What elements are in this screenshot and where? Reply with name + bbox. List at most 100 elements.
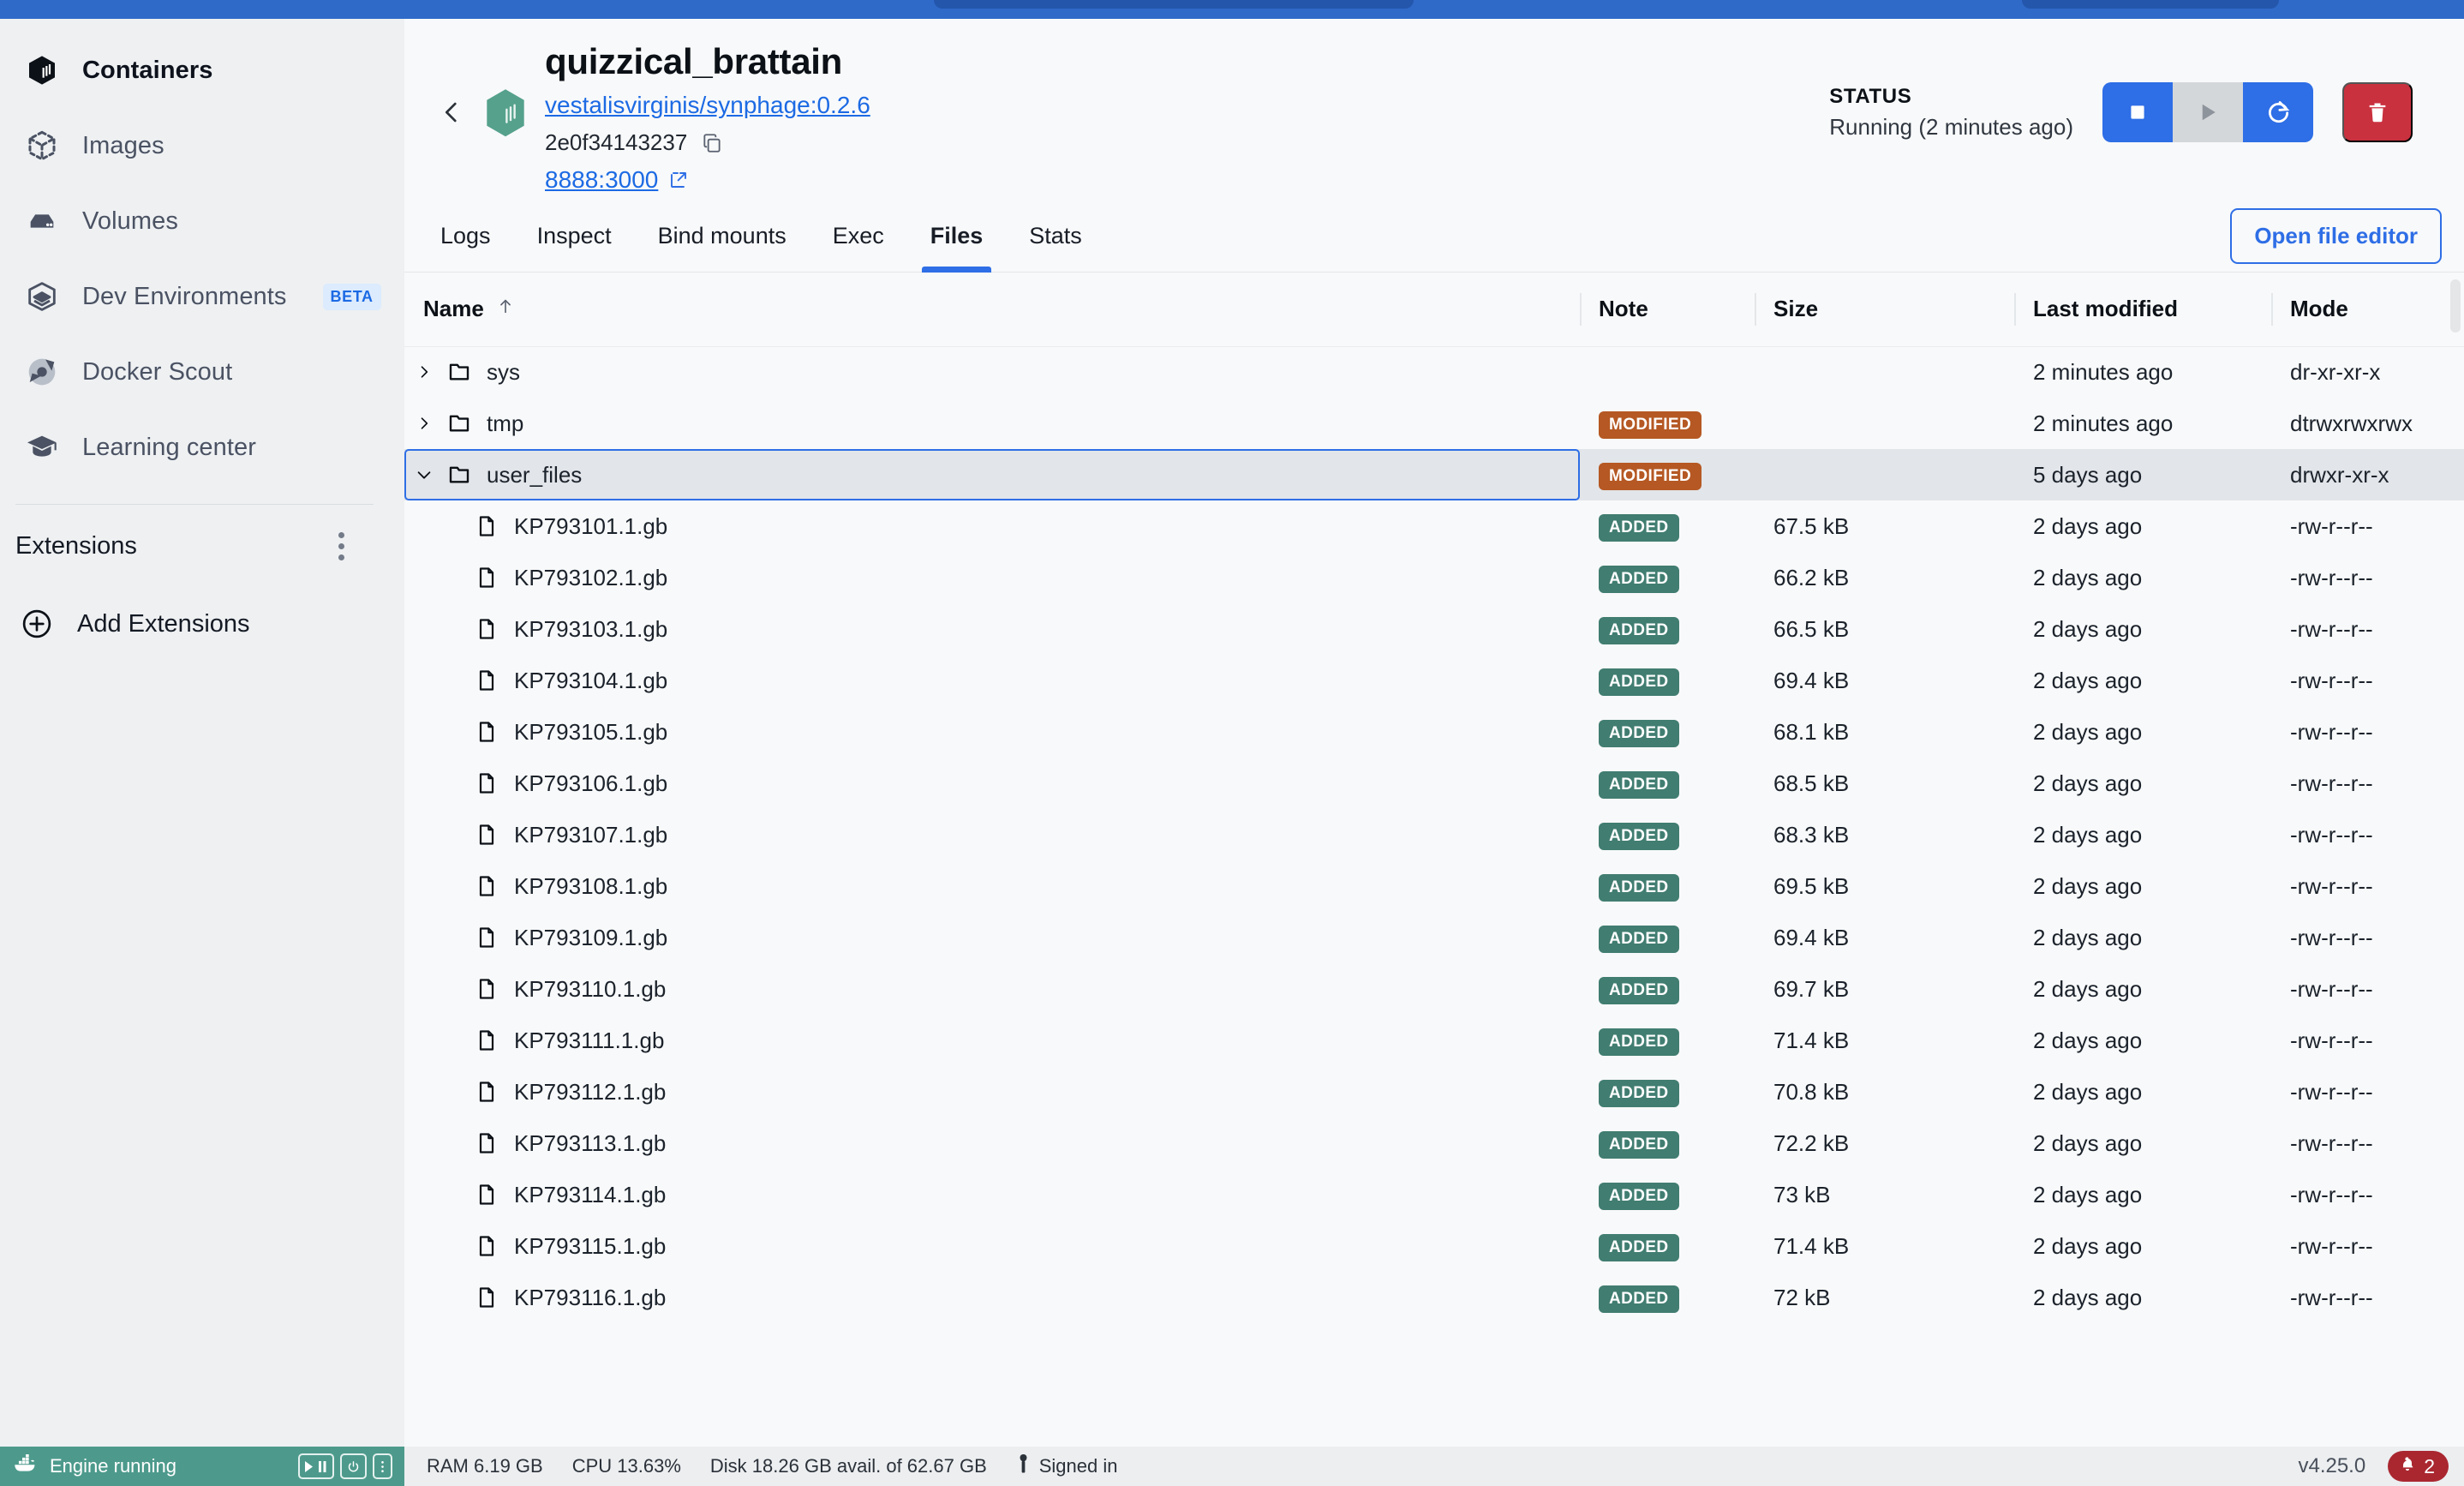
column-header-name[interactable]: Name	[404, 273, 1580, 347]
column-header-label: Note	[1599, 296, 1648, 322]
table-row[interactable]: sys 2 minutes ago dr-xr-xr-x	[404, 346, 2464, 398]
sidebar: Containers Images Volumes Dev Environmen…	[0, 19, 404, 1447]
cell-size: 71.4 kB	[1773, 1232, 1850, 1259]
sidebar-item-volumes[interactable]: Volumes	[0, 183, 404, 259]
tab-label: Stats	[1029, 223, 1082, 249]
file-name: sys	[487, 358, 520, 385]
table-row[interactable]: KP793113.1.gb ADDED 72.2 kB 2 days ago -rw-r…	[404, 1117, 2464, 1169]
tab-bar: Logs Inspect Bind mounts Exec Files Stat…	[404, 201, 2464, 273]
column-header-last-modified[interactable]: Last modified	[2014, 273, 2271, 347]
status-badge: ADDED	[1599, 1028, 1679, 1056]
file-name: KP793103.1.gb	[514, 615, 668, 642]
table-row[interactable]: KP793107.1.gb ADDED 68.3 kB 2 days ago -rw-r…	[404, 809, 2464, 860]
table-row[interactable]: KP793110.1.gb ADDED 69.7 kB 2 days ago -rw-r…	[404, 963, 2464, 1015]
sidebar-item-label: Docker Scout	[82, 357, 233, 386]
volumes-icon	[24, 203, 60, 239]
cell-name: KP793107.1.gb	[404, 809, 1580, 860]
table-row[interactable]: KP793109.1.gb ADDED 69.4 kB 2 days ago -rw-r…	[404, 912, 2464, 963]
table-row[interactable]: KP793103.1.gb ADDED 66.5 kB 2 days ago -rw-r…	[404, 603, 2464, 655]
vertical-scrollbar[interactable]	[2450, 273, 2461, 1447]
tab-logs[interactable]: Logs	[427, 201, 505, 273]
engine-power-button[interactable]	[340, 1453, 367, 1479]
table-row[interactable]: KP793112.1.gb ADDED 70.8 kB 2 days ago -rw-r…	[404, 1066, 2464, 1117]
engine-status-label: Engine running	[50, 1455, 177, 1477]
chevron-right-icon[interactable]	[410, 363, 439, 381]
open-file-editor-button[interactable]: Open file editor	[2230, 208, 2442, 265]
back-button[interactable]	[427, 87, 476, 137]
sidebar-item-learning-center[interactable]: Learning center	[0, 410, 404, 485]
table-row[interactable]: KP793108.1.gb ADDED 69.5 kB 2 days ago -rw-r…	[404, 860, 2464, 912]
table-row[interactable]: KP793105.1.gb ADDED 68.1 kB 2 days ago -rw-r…	[404, 706, 2464, 758]
account-icon	[1016, 1454, 1031, 1478]
column-header-size[interactable]: Size	[1755, 273, 2014, 347]
tab-label: Bind mounts	[657, 223, 786, 249]
file-table: Name Note Size Last modified Mode sys 2 …	[404, 273, 2464, 1323]
bell-icon	[2399, 1455, 2416, 1478]
tab-exec[interactable]: Exec	[819, 201, 898, 273]
notifications-badge[interactable]: 2	[2388, 1451, 2449, 1482]
tab-stats[interactable]: Stats	[1015, 201, 1096, 273]
external-link-icon[interactable]	[668, 170, 689, 190]
file-icon	[466, 873, 507, 899]
table-row[interactable]: KP793116.1.gb ADDED 72 kB 2 days ago -rw-r--…	[404, 1272, 2464, 1323]
cell-name: KP793116.1.gb	[404, 1272, 1580, 1323]
container-port-link[interactable]: 8888:3000	[545, 166, 658, 194]
add-extensions-button[interactable]: Add Extensions	[0, 587, 404, 661]
cell-name: sys	[404, 346, 1580, 398]
tab-bind-mounts[interactable]: Bind mounts	[644, 201, 800, 273]
cell-mode: -rw-r--r--	[2290, 924, 2373, 950]
scrollbar-thumb[interactable]	[2450, 279, 2461, 333]
cell-note: ADDED	[1580, 860, 1755, 912]
tab-inspect[interactable]: Inspect	[523, 201, 625, 273]
table-row[interactable]: KP793102.1.gb ADDED 66.2 kB 2 days ago -rw-r…	[404, 552, 2464, 603]
table-row[interactable]: KP793114.1.gb ADDED 73 kB 2 days ago -rw-r--…	[404, 1169, 2464, 1220]
stop-button[interactable]	[2102, 82, 2173, 142]
container-image-link[interactable]: vestalisvirginis/synphage:0.2.6	[545, 92, 870, 119]
cell-name: KP793109.1.gb	[404, 912, 1580, 963]
table-row[interactable]: KP793115.1.gb ADDED 71.4 kB 2 days ago -rw-r…	[404, 1220, 2464, 1272]
file-name: KP793114.1.gb	[514, 1181, 667, 1207]
tab-files[interactable]: Files	[917, 201, 997, 273]
engine-play-pause-button[interactable]	[298, 1453, 334, 1479]
copy-icon[interactable]	[701, 132, 723, 154]
column-header-note[interactable]: Note	[1580, 273, 1755, 347]
status-badge: ADDED	[1599, 1233, 1679, 1261]
cell-size	[1755, 346, 2014, 398]
cell-last-modified: 2 days ago	[2033, 564, 2143, 590]
chevron-down-icon[interactable]	[410, 465, 439, 484]
file-name: KP793107.1.gb	[514, 821, 668, 848]
restart-button[interactable]	[2243, 82, 2313, 142]
sidebar-item-dev-environments[interactable]: Dev Environments BETA	[0, 259, 404, 334]
start-button[interactable]	[2173, 82, 2243, 142]
cell-mode: -rw-r--r--	[2290, 512, 2373, 539]
cell-mode: -rw-r--r--	[2290, 1284, 2373, 1310]
table-row[interactable]: KP793111.1.gb ADDED 71.4 kB 2 days ago -rw-r…	[404, 1015, 2464, 1066]
cell-size: 68.1 kB	[1773, 718, 1850, 745]
file-table-header: Name Note Size Last modified Mode	[404, 273, 2464, 347]
engine-menu-button[interactable]	[373, 1453, 392, 1479]
table-row[interactable]: tmp MODIFIED 2 minutes ago dtrwxrwxrwx	[404, 398, 2464, 449]
chevron-right-icon[interactable]	[410, 414, 439, 433]
window-titlebar	[0, 0, 2464, 19]
cell-last-modified: 2 days ago	[2033, 1181, 2143, 1207]
extensions-menu-icon[interactable]	[332, 525, 351, 567]
column-header-mode[interactable]: Mode	[2271, 273, 2464, 347]
add-extensions-label: Add Extensions	[77, 609, 250, 638]
table-row[interactable]: KP793106.1.gb ADDED 68.5 kB 2 days ago -rw-r…	[404, 758, 2464, 809]
account-status[interactable]: Signed in	[1016, 1454, 1118, 1478]
cell-name: KP793112.1.gb	[404, 1066, 1580, 1117]
cell-mode: -rw-r--r--	[2290, 975, 2373, 1002]
table-row[interactable]: KP793101.1.gb ADDED 67.5 kB 2 days ago -rw-r…	[404, 500, 2464, 552]
sidebar-item-docker-scout[interactable]: Docker Scout	[0, 334, 404, 410]
cell-note: ADDED	[1580, 706, 1755, 758]
sidebar-item-images[interactable]: Images	[0, 108, 404, 183]
delete-button[interactable]	[2342, 82, 2413, 142]
table-row[interactable]: KP793104.1.gb ADDED 69.4 kB 2 days ago -rw-r…	[404, 655, 2464, 706]
table-row[interactable]: user_files MODIFIED 5 days ago drwxr-xr-x	[404, 449, 2464, 501]
sidebar-item-containers[interactable]: Containers	[0, 33, 404, 108]
file-name: KP793111.1.gb	[514, 1027, 665, 1053]
status-bar: Engine running RAM 6.19 GB CPU 13.63% Di…	[0, 1447, 2464, 1486]
cell-mode: -rw-r--r--	[2290, 1078, 2373, 1105]
file-icon	[466, 1285, 507, 1310]
file-icon	[466, 1233, 507, 1259]
